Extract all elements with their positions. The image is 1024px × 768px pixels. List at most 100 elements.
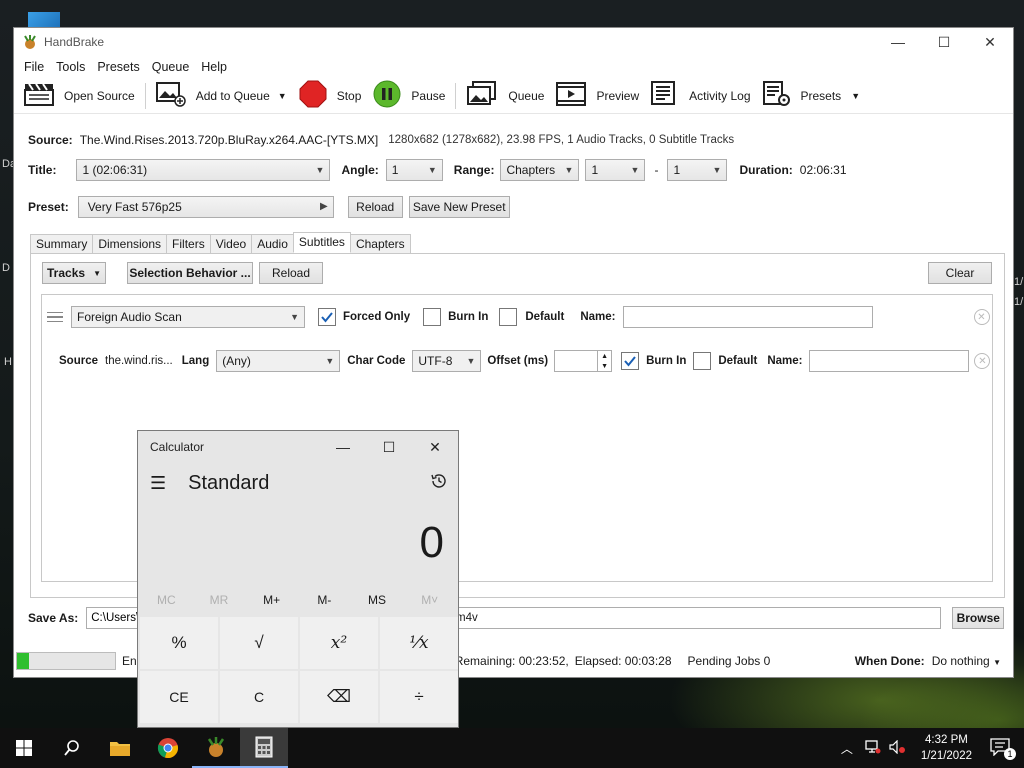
default-checkbox-2[interactable] <box>693 352 712 370</box>
stepper-down-icon[interactable]: ▼ <box>601 363 608 370</box>
queue-button[interactable]: Queue <box>460 80 550 112</box>
square-root-key[interactable]: √ <box>220 617 298 669</box>
close-button[interactable]: ✕ <box>967 28 1013 56</box>
burn-in-checkbox-2[interactable] <box>621 352 640 370</box>
progress-bar <box>16 652 116 670</box>
network-icon[interactable] <box>865 739 881 757</box>
reload-preset-button[interactable]: Reload <box>347 196 403 218</box>
offset-input[interactable] <box>554 350 599 372</box>
tab-audio[interactable]: Audio <box>251 234 294 253</box>
subtitles-reload-button[interactable]: Reload <box>259 262 323 284</box>
selection-behavior-button[interactable]: Selection Behavior ... <box>127 262 253 284</box>
memory-subtract-button[interactable]: M- <box>298 593 351 607</box>
forced-only-checkbox[interactable] <box>318 308 336 326</box>
tab-summary[interactable]: Summary <box>30 234 94 253</box>
desktop-edge-text: D <box>2 262 10 274</box>
stop-button[interactable]: Stop <box>293 80 368 112</box>
remove-track-icon[interactable]: ✕ <box>973 309 990 325</box>
menu-queue[interactable]: Queue <box>146 60 196 74</box>
tab-chapters[interactable]: Chapters <box>349 234 411 253</box>
add-to-queue-button[interactable]: Add to Queue ▼ <box>150 80 293 112</box>
reciprocal-key[interactable]: ¹⁄x <box>380 617 458 669</box>
title-bar[interactable]: HandBrake — ☐ ✕ <box>14 28 1013 56</box>
subtitle-track-select[interactable]: Foreign Audio Scan ▼ <box>71 306 305 328</box>
calculator-title-bar[interactable]: Calculator — ☐ ✕ <box>138 431 458 463</box>
taskbar-calculator[interactable] <box>240 728 288 768</box>
when-done-select[interactable]: Do nothing ▼ <box>932 654 1001 668</box>
memory-clear-button[interactable]: MC <box>140 593 193 607</box>
desktop-edge-text: 1/ <box>1014 296 1024 308</box>
search-button[interactable] <box>48 728 96 768</box>
activity-log-icon <box>651 81 679 110</box>
chevron-down-icon[interactable]: ▼ <box>851 91 860 101</box>
taskbar-chrome[interactable] <box>144 728 192 768</box>
calc-minimize-button[interactable]: — <box>320 431 366 463</box>
preset-select[interactable]: Very Fast 576p25 ▶ <box>77 196 334 218</box>
volume-muted-icon[interactable] <box>889 739 907 757</box>
open-source-label: Open Source <box>64 88 135 103</box>
menu-file[interactable]: File <box>18 60 50 74</box>
taskbar-handbrake[interactable] <box>192 728 240 768</box>
save-new-preset-button[interactable]: Save New Preset <box>408 196 510 218</box>
square-key[interactable]: x² <box>300 617 378 669</box>
memory-add-button[interactable]: M+ <box>245 593 298 607</box>
subtitle-name-input-2[interactable] <box>809 350 970 372</box>
hamburger-menu-icon[interactable]: ☰ <box>150 473 166 494</box>
pause-label: Pause <box>411 88 446 103</box>
menu-tools[interactable]: Tools <box>50 60 91 74</box>
tab-dimensions[interactable]: Dimensions <box>92 234 168 253</box>
source-row-value: the.wind.ris... <box>105 355 173 367</box>
percent-key[interactable]: % <box>140 617 218 669</box>
presets-button[interactable]: Presets ▼ <box>757 80 867 112</box>
default-checkbox[interactable] <box>499 308 518 326</box>
memory-list-button[interactable]: M˅ <box>403 593 456 607</box>
stepper-up-icon[interactable]: ▲ <box>601 353 608 360</box>
calc-maximize-button[interactable]: ☐ <box>366 431 412 463</box>
angle-select[interactable]: 1 ▼ <box>385 159 443 181</box>
clock[interactable]: 4:32 PM 1/21/2022 <box>913 732 980 764</box>
divide-key[interactable]: ÷ <box>380 671 458 723</box>
open-source-button[interactable]: Open Source <box>18 80 141 112</box>
title-select[interactable]: 1 (02:06:31) ▼ <box>76 159 331 181</box>
chevron-down-icon[interactable]: ▼ <box>278 91 287 101</box>
clear-key[interactable]: C <box>220 671 298 723</box>
tab-video[interactable]: Video <box>209 234 253 253</box>
show-hidden-icons-chevron-icon[interactable]: ︿ <box>841 740 853 757</box>
range-type-select[interactable]: Chapters ▼ <box>500 159 580 181</box>
char-code-select[interactable]: UTF-8 ▼ <box>412 350 482 372</box>
chevron-down-icon: ▼ <box>427 165 437 175</box>
calc-close-button[interactable]: ✕ <box>412 431 458 463</box>
start-button[interactable] <box>0 728 48 768</box>
subtitle-name-input[interactable] <box>622 306 873 328</box>
tab-subtitles[interactable]: Subtitles <box>292 232 351 253</box>
menu-help[interactable]: Help <box>195 60 233 74</box>
clear-entry-key[interactable]: CE <box>140 671 218 723</box>
preview-button[interactable]: Preview <box>550 80 645 112</box>
burn-in-checkbox[interactable] <box>423 308 442 326</box>
subtitle-track-value: Foreign Audio Scan <box>77 310 182 324</box>
memory-recall-button[interactable]: MR <box>193 593 246 607</box>
offset-stepper[interactable]: ▲ ▼ <box>554 350 613 372</box>
pause-button[interactable]: Pause <box>367 80 451 112</box>
when-done-label: When Done: <box>854 654 925 668</box>
range-start-select[interactable]: 1 ▼ <box>585 159 646 181</box>
activity-log-button[interactable]: Activity Log <box>645 80 756 112</box>
menu-presets[interactable]: Presets <box>91 60 145 74</box>
minimize-button[interactable]: — <box>875 28 921 56</box>
maximize-button[interactable]: ☐ <box>921 28 967 56</box>
browse-button[interactable]: Browse <box>952 607 1005 629</box>
lang-select[interactable]: (Any) ▼ <box>216 350 341 372</box>
history-icon[interactable] <box>430 472 448 495</box>
tab-filters[interactable]: Filters <box>166 234 211 253</box>
memory-store-button[interactable]: MS <box>351 593 404 607</box>
backspace-key[interactable]: ⌫ <box>300 671 378 723</box>
duration-label: Duration: <box>739 163 793 177</box>
remove-source-icon[interactable]: ✕ <box>974 353 991 369</box>
notification-center-icon[interactable]: 1 <box>990 738 1016 760</box>
drag-handle-icon[interactable] <box>47 311 65 323</box>
menu-bar: File Tools Presets Queue Help <box>14 56 1013 78</box>
range-end-select[interactable]: 1 ▼ <box>667 159 728 181</box>
clear-subtitles-button[interactable]: Clear <box>928 262 992 284</box>
tracks-dropdown-button[interactable]: Tracks ▼ <box>42 262 106 284</box>
taskbar-file-explorer[interactable] <box>96 728 144 768</box>
